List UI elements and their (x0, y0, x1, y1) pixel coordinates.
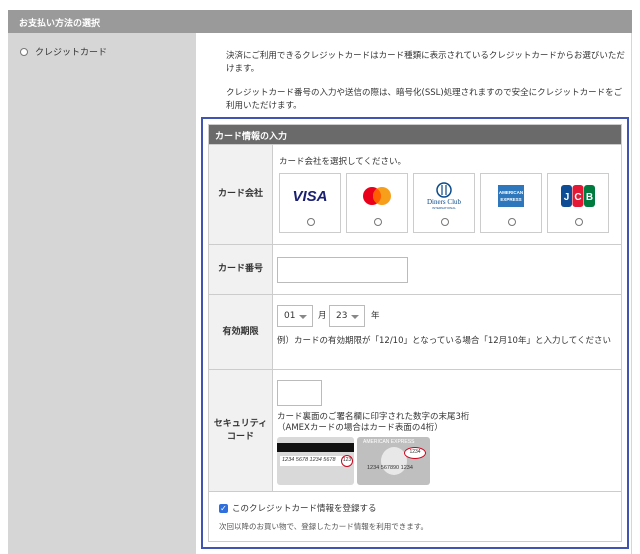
card-back-illustration: 1234 5678 1234 5678 123 (277, 437, 354, 485)
svg-text:EXPRESS: EXPRESS (500, 197, 521, 202)
expiry-year-select[interactable]: 23 (329, 305, 365, 327)
security-code-label-line2: コード (226, 431, 254, 442)
expiry-note: 例）カードの有効期限が「12/10」となっている場合「12月10年」と入力してく… (277, 336, 611, 346)
jcb-logo: JCB (548, 178, 608, 214)
brand-option-visa[interactable]: VISA (279, 173, 341, 233)
security-code-content: カード裏面のご署名欄に印字された数字の末尾3桁 （AMEXカードの場合はカード表… (273, 370, 621, 491)
security-code-note-2: （AMEXカードの場合はカード表面の4桁） (277, 423, 443, 433)
card-back-number: 1234 5678 1234 5678 (282, 457, 336, 463)
card-number-input[interactable] (277, 257, 408, 283)
expiry-month-value: 01 (284, 311, 296, 321)
brand-option-jcb[interactable]: JCB (547, 173, 609, 233)
security-code-label: セキュリティ コード (209, 370, 273, 491)
card-brand-list: VISA Diners Club INTERNATIONAL AMERICAN … (279, 173, 614, 233)
description-paragraph-2: クレジットカード番号の入力や送信の際は、暗号化(SSL)処理されますので安全にク… (226, 88, 623, 111)
card-company-content: カード会社を選択してください。 VISA Diners Club INTERNA… (273, 145, 621, 244)
brand-radio-jcb[interactable] (575, 218, 583, 226)
card-info-title: カード情報の入力 (209, 125, 621, 144)
section-header: お支払い方法の選択 (8, 10, 632, 33)
expiry-content: 01 月 23 年 例）カードの有効期限が「12/10」となっている場合「12月… (273, 295, 621, 369)
svg-text:Diners Club: Diners Club (427, 198, 462, 206)
svg-text:C: C (574, 192, 581, 203)
svg-text:INTERNATIONAL: INTERNATIONAL (432, 206, 456, 210)
amex-illustration-brand: AMERICAN EXPRESS (363, 439, 415, 445)
description-paragraph-1: 決済にご利用できるクレジットカードはカード種類に表示されているクレジットカードか… (226, 51, 625, 74)
expiry-year-unit: 年 (371, 311, 380, 321)
payment-option-credit-card[interactable]: クレジットカード (20, 45, 107, 58)
card-number-label: カード番号 (209, 245, 273, 294)
security-code-row: セキュリティ コード カード裏面のご署名欄に印字された数字の末尾3桁 （AMEX… (209, 369, 621, 491)
expiry-month-unit: 月 (318, 311, 327, 321)
svg-text:VISA: VISA (292, 188, 327, 205)
expiry-label: 有効期限 (209, 295, 273, 369)
expiry-row: 有効期限 01 月 23 年 例）カードの有効期限が「12/10」となっている場… (209, 294, 621, 369)
save-card-note: 次回以降のお買い物で、登録したカード情報を利用できます。 (219, 522, 428, 531)
brand-radio-amex[interactable] (508, 218, 516, 226)
brand-option-mastercard[interactable] (346, 173, 408, 233)
card-info-panel: カード情報の入力 カード会社 カード会社を選択してください。 VISA Dine… (201, 117, 629, 549)
svg-text:AMERICAN: AMERICAN (499, 190, 523, 195)
brand-radio-mastercard[interactable] (374, 218, 382, 226)
expiry-year-value: 23 (336, 311, 348, 321)
security-code-label-line1: セキュリティ (213, 418, 268, 429)
svg-text:B: B (586, 192, 593, 203)
chevron-down-icon (299, 315, 307, 319)
card-company-row: カード会社 カード会社を選択してください。 VISA Diners Club I… (209, 144, 621, 244)
card-info-inner: カード情報の入力 カード会社 カード会社を選択してください。 VISA Dine… (208, 124, 622, 542)
expiry-month-select[interactable]: 01 (277, 305, 313, 327)
svg-text:J: J (564, 192, 570, 203)
payment-method-column: クレジットカード (8, 33, 195, 554)
card-company-instruction: カード会社を選択してください。 (279, 157, 406, 167)
brand-radio-diners[interactable] (441, 218, 449, 226)
card-number-row: カード番号 (209, 244, 621, 294)
checkbox-checked-icon[interactable]: ✓ (219, 504, 228, 513)
payment-option-label: クレジットカード (35, 48, 108, 58)
section-title: お支払い方法の選択 (19, 19, 101, 29)
brand-option-amex[interactable]: AMERICAN EXPRESS (480, 173, 542, 233)
save-card-row: ✓ このクレジットカード情報を登録する 次回以降のお買い物で、登録したカード情報… (209, 491, 621, 543)
amex-illustration-code: 1234 (404, 447, 426, 459)
card-company-label: カード会社 (209, 145, 273, 244)
amex-logo: AMERICAN EXPRESS (481, 178, 541, 214)
security-code-input[interactable] (277, 380, 322, 406)
card-back-code: 123 (341, 455, 353, 467)
chevron-down-icon (351, 315, 359, 319)
brand-option-diners[interactable]: Diners Club INTERNATIONAL (413, 173, 475, 233)
amex-front-illustration: AMERICAN EXPRESS 1234 1234 567890 1234 (357, 437, 430, 485)
card-number-content (273, 245, 621, 294)
amex-illustration-number: 1234 567890 1234 (367, 465, 413, 471)
diners-logo: Diners Club INTERNATIONAL (414, 178, 474, 214)
payment-option-radio[interactable] (20, 47, 28, 56)
visa-logo: VISA (280, 178, 340, 214)
mastercard-logo (347, 178, 407, 214)
brand-radio-visa[interactable] (307, 218, 315, 226)
save-card-label[interactable]: このクレジットカード情報を登録する (232, 503, 377, 515)
